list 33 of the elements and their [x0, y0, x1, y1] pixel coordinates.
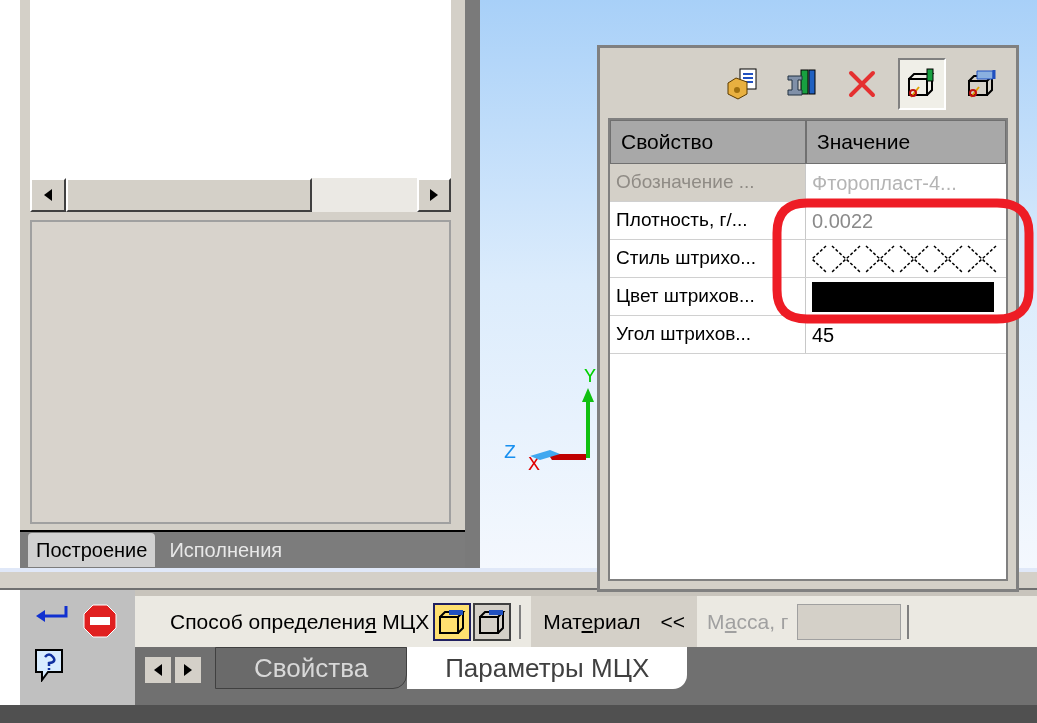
method-label: Способ определения МЦХ [170, 608, 430, 635]
property-value[interactable]: 45 [812, 319, 835, 350]
scroll-right-button[interactable] [417, 178, 451, 212]
material-label: Материал [543, 608, 641, 635]
enter-arrow-icon[interactable] [34, 604, 70, 624]
mass-field[interactable] [796, 603, 901, 640]
tab-scroll-right-button[interactable] [175, 657, 201, 683]
right-triangle-icon [184, 664, 192, 676]
bottom-tab[interactable]: Параметры МЦХ [407, 647, 688, 689]
tab-scroll-left-button[interactable] [145, 657, 171, 683]
material-button[interactable]: Материал << [531, 595, 698, 648]
collapse-arrows: << [660, 608, 686, 635]
scroll-left-button[interactable] [30, 178, 66, 212]
bottom-tab[interactable]: Свойства [215, 647, 408, 689]
horizontal-scrollbar[interactable] [30, 178, 451, 212]
axis-triad-drawing: Y Z X [500, 362, 600, 472]
toolbar-button[interactable] [898, 58, 946, 110]
column-header[interactable]: Значение [806, 120, 1006, 164]
column-header[interactable]: Свойство [610, 120, 806, 164]
mass-label: Масса, г [707, 608, 789, 635]
right-triangle-icon [430, 189, 438, 201]
help-icon[interactable] [34, 648, 64, 682]
left-triangle-icon [44, 189, 52, 201]
stop-icon[interactable] [82, 604, 117, 638]
delete-icon [847, 69, 877, 99]
property-name: Обозначение ... [610, 164, 806, 201]
toggle-button[interactable] [473, 602, 512, 641]
toggle-button[interactable] [433, 602, 472, 641]
color-swatch[interactable] [812, 281, 994, 312]
left-triangle-icon [154, 664, 162, 676]
panel-tab[interactable]: Построение [28, 533, 156, 567]
scroll-thumb[interactable] [66, 178, 312, 212]
box-document-icon [725, 67, 759, 101]
